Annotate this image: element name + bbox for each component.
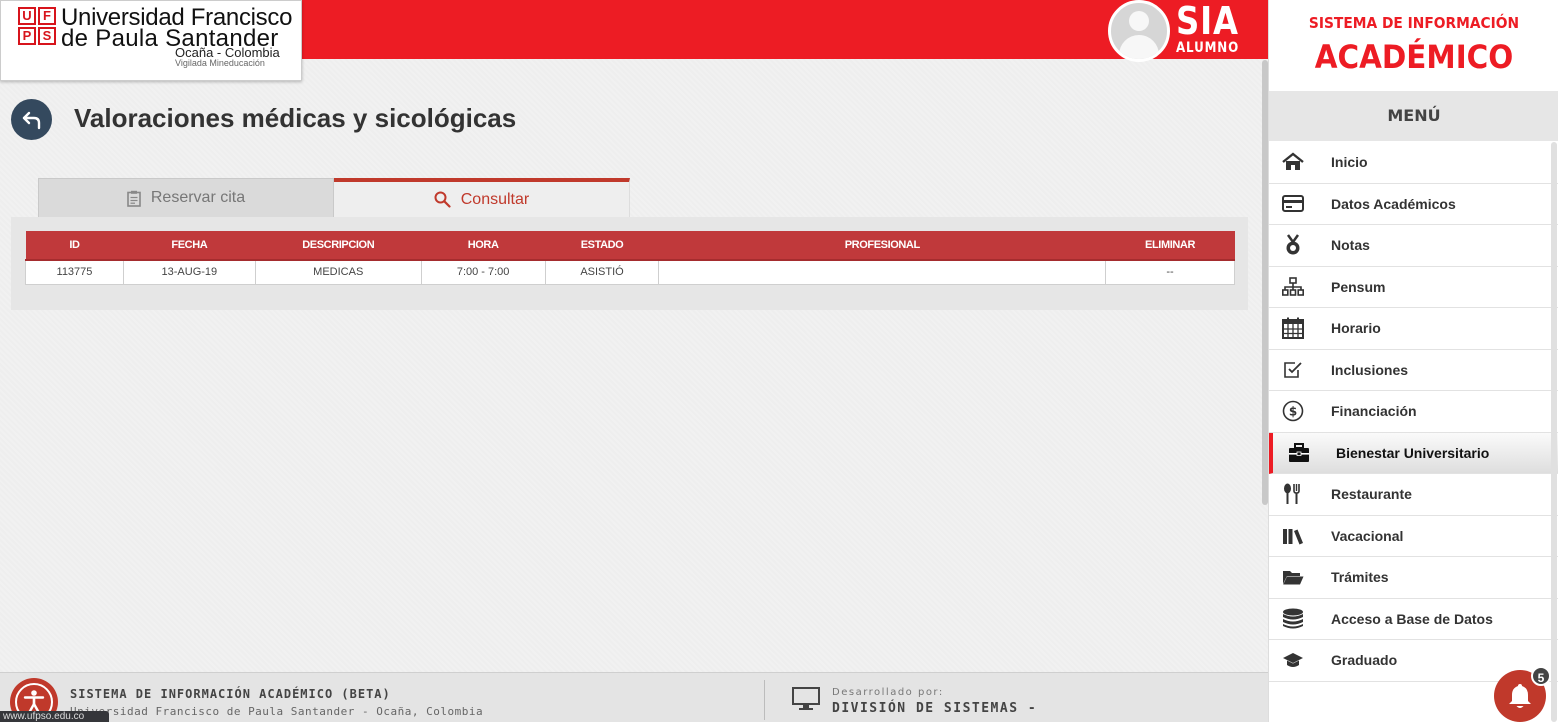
svg-text:$: $ <box>1289 405 1297 419</box>
sidebar-item-label: Financiación <box>1331 403 1417 420</box>
cell-fecha: 13-AUG-19 <box>122 259 256 285</box>
footer-dev-name[interactable]: DIVISIÓN DE SISTEMAS - <box>832 701 1037 716</box>
status-url-tooltip: www.ufpso.edu.co <box>0 711 109 722</box>
user-avatar[interactable] <box>1108 0 1170 62</box>
sidebar-item-label: Pensum <box>1331 278 1386 295</box>
sidebar-item-horario[interactable]: Horario <box>1269 308 1558 350</box>
books-icon <box>1281 524 1305 548</box>
sia-subtitle: ALUMNO <box>1176 40 1240 56</box>
utensils-icon <box>1281 482 1305 506</box>
checkbox-icon <box>1281 358 1305 382</box>
sidebar: SISTEMA DE INFORMACIÓN ACADÉMICO MENÚ In… <box>1268 0 1558 722</box>
footer-dev-label: Desarrollado por: <box>832 687 944 698</box>
medal-icon <box>1281 233 1305 257</box>
sidebar-item-label: Bienestar Universitario <box>1336 444 1490 461</box>
cell-profesional <box>658 259 1107 285</box>
tab-label: Consultar <box>460 190 530 208</box>
footer-divider <box>764 680 765 720</box>
tab-consultar[interactable]: Consultar <box>334 178 630 217</box>
sidebar-item-acceso-base-de-datos[interactable]: Acceso a Base de Datos <box>1269 599 1558 640</box>
sidebar-item-notas[interactable]: Notas <box>1269 225 1558 267</box>
notification-count-badge: 5 <box>1531 666 1551 686</box>
sitemap-icon <box>1281 275 1305 299</box>
column-header: ESTADO <box>545 231 659 261</box>
clipboard-icon <box>127 190 141 207</box>
sidebar-item-label: Restaurante <box>1331 486 1412 503</box>
database-icon <box>1281 607 1305 631</box>
sidebar-scrollbar[interactable] <box>1551 142 1557 722</box>
bell-icon <box>1509 684 1531 708</box>
sidebar-item-label: Acceso a Base de Datos <box>1331 610 1493 627</box>
home-icon <box>1281 150 1305 174</box>
cell-descripcion: MEDICAS <box>254 259 422 285</box>
sidebar-item-label: Vacacional <box>1331 527 1404 544</box>
column-header: HORA <box>421 231 546 261</box>
table-header-row: ID FECHA DESCRIPCION HORA ESTADO PROFESI… <box>25 231 1235 261</box>
sidebar-item-inicio[interactable]: Inicio <box>1269 142 1558 184</box>
sidebar-menu: Inicio Datos Académicos Notas Pensum Hor… <box>1269 142 1558 682</box>
sidebar-item-label: Inicio <box>1331 154 1368 171</box>
card-icon <box>1281 192 1305 216</box>
column-header: FECHA <box>123 231 256 261</box>
back-arrow-icon <box>22 111 40 129</box>
sidebar-menu-title: MENÚ <box>1269 91 1558 141</box>
appointments-table: ID FECHA DESCRIPCION HORA ESTADO PROFESI… <box>25 231 1235 285</box>
footer-title: SISTEMA DE INFORMACIÓN ACADÉMICO (BETA) <box>70 687 391 701</box>
sidebar-item-tramites[interactable]: Trámites <box>1269 557 1558 599</box>
tab-reservar-cita[interactable]: Reservar cita <box>38 178 334 217</box>
search-icon <box>434 191 451 208</box>
column-header: ID <box>25 231 124 261</box>
briefcase-icon <box>1287 441 1311 465</box>
sidebar-item-financiacion[interactable]: $ Financiación <box>1269 391 1558 433</box>
university-vigilada: Vigilada Mineducación <box>175 58 265 68</box>
column-header: DESCRIPCION <box>255 231 422 261</box>
page-title: Valoraciones médicas y sicológicas <box>74 103 517 133</box>
cell-estado: ASISTIÓ <box>544 259 660 285</box>
monitor-icon <box>792 687 820 710</box>
sidebar-item-vacacional[interactable]: Vacacional <box>1269 516 1558 557</box>
sidebar-item-label: Datos Académicos <box>1331 195 1456 212</box>
sidebar-item-label: Inclusiones <box>1331 361 1409 378</box>
cell-eliminar[interactable]: -- <box>1105 259 1235 285</box>
sidebar-item-label: Graduado <box>1331 652 1398 669</box>
sidebar-brand-line1: SISTEMA DE INFORMACIÓN <box>1308 14 1520 32</box>
university-logo[interactable]: U F P S Universidad Francisco de Paula S… <box>0 0 302 81</box>
sidebar-item-label: Horario <box>1331 320 1381 337</box>
tab-label: Reservar cita <box>150 189 246 206</box>
sia-title: SIA <box>1176 0 1239 43</box>
table-row: 113775 13-AUG-19 MEDICAS 7:00 - 7:00 ASI… <box>25 259 1235 285</box>
logo-mark-icon: U F P S <box>18 7 56 45</box>
sidebar-item-inclusiones[interactable]: Inclusiones <box>1269 350 1558 391</box>
back-button[interactable] <box>11 99 52 140</box>
folder-open-icon <box>1281 565 1305 589</box>
sidebar-item-bienestar-universitario[interactable]: Bienestar Universitario <box>1269 432 1558 474</box>
cell-id: 113775 <box>25 259 124 285</box>
footer-subtitle: Universidad Francisco de Paula Santander… <box>70 705 484 718</box>
column-header: ELIMINAR <box>1105 231 1235 261</box>
cell-hora: 7:00 - 7:00 <box>420 259 546 285</box>
calendar-icon <box>1281 316 1305 340</box>
sidebar-item-restaurante[interactable]: Restaurante <box>1269 474 1558 516</box>
sidebar-brand-line2: ACADÉMICO <box>1314 38 1514 76</box>
sidebar-item-pensum[interactable]: Pensum <box>1269 267 1558 308</box>
sidebar-item-datos-academicos[interactable]: Datos Académicos <box>1269 184 1558 225</box>
column-header: PROFESIONAL <box>658 231 1106 261</box>
sidebar-item-label: Trámites <box>1331 569 1389 586</box>
graduation-cap-icon <box>1281 648 1305 672</box>
dollar-icon: $ <box>1281 399 1305 423</box>
sidebar-item-label: Notas <box>1331 237 1370 254</box>
